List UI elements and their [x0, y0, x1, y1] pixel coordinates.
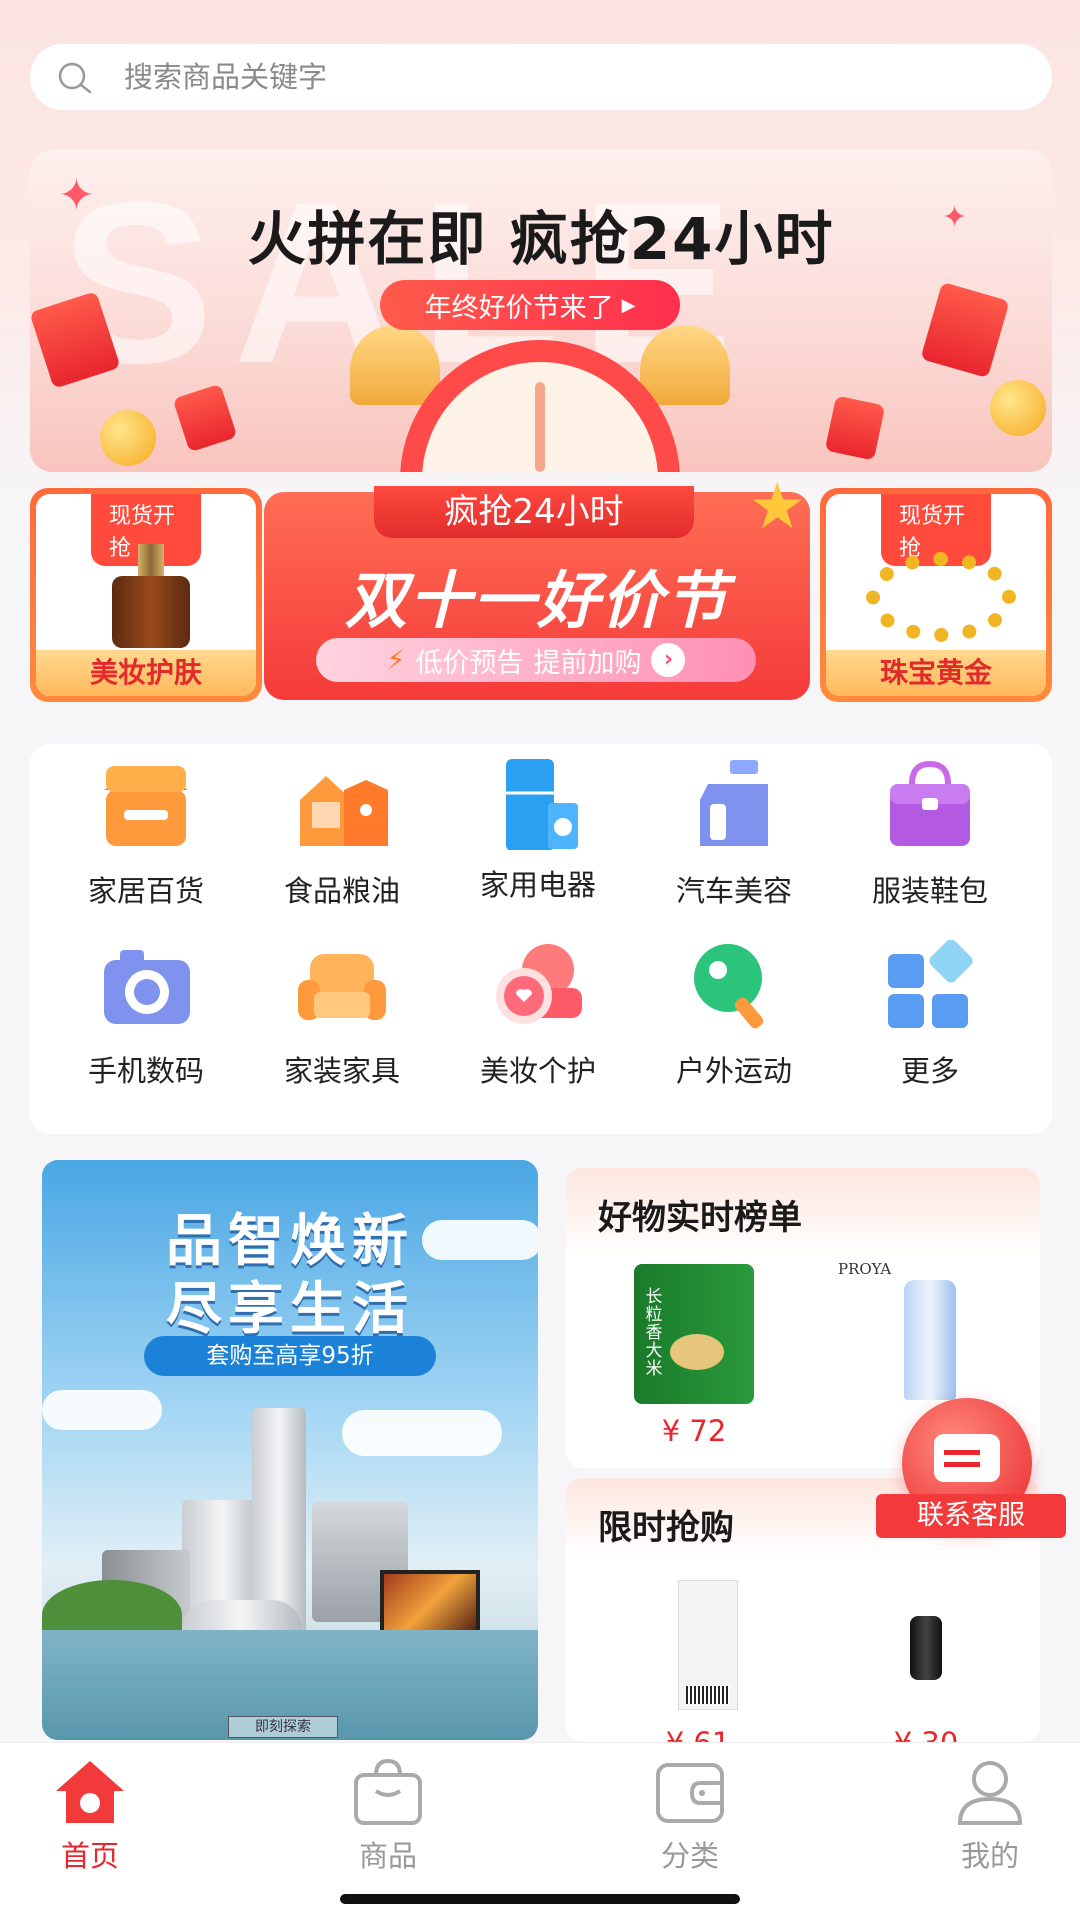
- search-bar[interactable]: [30, 44, 1052, 110]
- product-price: ¥ 30: [836, 1726, 1016, 1742]
- brand-logo-text: PROYA: [838, 1260, 892, 1278]
- tab-label: 我的: [960, 1839, 1019, 1873]
- cloud: [42, 1390, 162, 1430]
- product-price: ¥ 72: [661, 1414, 727, 1448]
- category-item[interactable]: 服装鞋包: [832, 760, 1028, 910]
- explore-link[interactable]: 即刻探索: [228, 1716, 338, 1738]
- tab-label: 首页: [60, 1839, 119, 1873]
- shop-icon: [100, 760, 192, 850]
- appliance-feature-banner[interactable]: 品智焕新 尽享生活 套购至高享95折 即刻探索: [42, 1160, 538, 1740]
- promo-sub-a: 低价预告: [415, 647, 524, 679]
- feature-title-line2: 尽享生活: [166, 1277, 414, 1342]
- tab-label: 商品: [358, 1839, 417, 1873]
- category-item[interactable]: 食品粮油: [244, 760, 440, 910]
- category-label: 家居百货: [87, 874, 204, 908]
- bell-icon: [350, 325, 440, 405]
- chevron-right-icon: ›: [651, 643, 686, 677]
- promo-sub-b: 提前加购: [533, 647, 642, 679]
- hero-title: 火拼在即 疯抢24小时: [247, 205, 835, 273]
- promo-header: 疯抢24小时: [374, 486, 694, 538]
- coin-icon: [990, 380, 1046, 436]
- category-label: 家装家具: [283, 1054, 400, 1088]
- red-envelope-icon: [920, 281, 1010, 379]
- category-item[interactable]: 家用电器: [440, 754, 636, 904]
- bell-icon: [640, 325, 730, 405]
- product-card[interactable]: 长粒香大米 ¥ 72: [604, 1264, 784, 1448]
- category-label: 更多: [900, 1054, 959, 1088]
- serum-bottle-image: [108, 544, 194, 648]
- hero-banner[interactable]: SALE ✦ ✦ 火拼在即 疯抢24小时 年终好价节来了 ▶: [30, 150, 1052, 472]
- category-label: 手机数码: [87, 1054, 204, 1088]
- category-label: 汽车美容: [675, 874, 792, 908]
- home-indicator: [340, 1894, 740, 1904]
- chat-bubble-icon: [934, 1434, 1000, 1482]
- category-label: 食品粮油: [283, 874, 400, 908]
- wallet-icon: [652, 1757, 728, 1827]
- camera-icon: [100, 940, 192, 1030]
- tab-home[interactable]: 首页: [0, 1757, 180, 1875]
- promo-double-eleven-banner[interactable]: 疯抢24小时 ★ 双十一好价节 ⚡ 低价预告 提前加购 ›: [264, 470, 810, 700]
- red-envelope-icon: [824, 395, 886, 461]
- lightning-icon: ⚡: [386, 644, 406, 676]
- shopping-bag-icon: [350, 1757, 426, 1827]
- tab-mine[interactable]: 我的: [900, 1757, 1080, 1875]
- rice-bag-image: 长粒香大米: [634, 1264, 754, 1404]
- promo-beauty-card[interactable]: 现货开抢 美妆护肤: [30, 488, 262, 702]
- gold-bracelet-image: [866, 552, 1016, 642]
- product-card[interactable]: PROYA: [820, 1260, 1000, 1404]
- category-item[interactable]: 美妆个护: [440, 940, 636, 1090]
- user-icon: [952, 1757, 1028, 1827]
- pingpong-icon: [688, 940, 780, 1030]
- category-item[interactable]: 家居百货: [48, 760, 244, 910]
- cosmetics-icon: [492, 940, 584, 1030]
- category-label: 美妆个护: [479, 1054, 596, 1088]
- search-input[interactable]: [124, 60, 924, 94]
- paper-towel-image: [638, 1576, 758, 1716]
- category-item[interactable]: 户外运动: [636, 940, 832, 1090]
- category-item[interactable]: 汽车美容: [636, 760, 832, 910]
- home-icon: [52, 1757, 128, 1827]
- cleanser-tube-image: PROYA: [838, 1260, 970, 1404]
- category-grid: 家居百货 食品粮油 家用电器 汽车美容 服装鞋包 手机数码 家装家具 美妆个护 …: [30, 744, 1052, 1134]
- star-mascot-icon: ★: [748, 470, 806, 544]
- promo-label: 美妆护肤: [36, 650, 256, 696]
- feature-discount-pill: 套购至高享95折: [144, 1336, 436, 1376]
- promo-label: 珠宝黄金: [826, 650, 1046, 696]
- category-label: 户外运动: [675, 1054, 792, 1088]
- tab-label: 分类: [660, 1839, 719, 1873]
- customer-service-button[interactable]: 联系客服: [876, 1398, 1066, 1548]
- category-item[interactable]: 家装家具: [244, 940, 440, 1090]
- fridge-icon: [492, 754, 584, 851]
- product-price: ¥ 61: [608, 1726, 788, 1742]
- car-charger-image: [866, 1576, 986, 1716]
- promo-jewelry-card[interactable]: 现货开抢 珠宝黄金: [820, 488, 1052, 702]
- hero-cta-label: 年终好价节来了: [424, 292, 614, 324]
- coin-icon: [100, 410, 156, 466]
- hero-cta-button[interactable]: 年终好价节来了 ▶: [380, 280, 680, 330]
- promo-sub-button[interactable]: ⚡ 低价预告 提前加购 ›: [316, 638, 756, 682]
- bag-icon: [884, 760, 976, 850]
- ranking-title: 好物实时榜单: [598, 1198, 802, 1238]
- tab-category[interactable]: 分类: [600, 1757, 780, 1875]
- promo-title: 双十一好价节: [344, 564, 729, 637]
- sofa-icon: [296, 940, 388, 1030]
- product-card[interactable]: ¥ 61: [608, 1576, 788, 1742]
- customer-service-label: 联系客服: [876, 1494, 1066, 1538]
- product-image-text: 长粒香大米: [645, 1287, 663, 1379]
- category-item[interactable]: 手机数码: [48, 940, 244, 1090]
- play-arrow-icon: ▶: [621, 294, 636, 316]
- cloud: [342, 1410, 502, 1456]
- category-label: 服装鞋包: [871, 874, 988, 908]
- category-item[interactable]: 更多: [832, 939, 1028, 1090]
- tab-products[interactable]: 商品: [298, 1757, 478, 1875]
- grain-icon: [296, 760, 388, 850]
- search-icon: [58, 62, 92, 94]
- category-label: 家用电器: [479, 868, 596, 902]
- car-care-icon: [688, 760, 780, 850]
- more-grid-icon: [884, 939, 976, 1030]
- product-card[interactable]: ¥ 30: [836, 1576, 1016, 1742]
